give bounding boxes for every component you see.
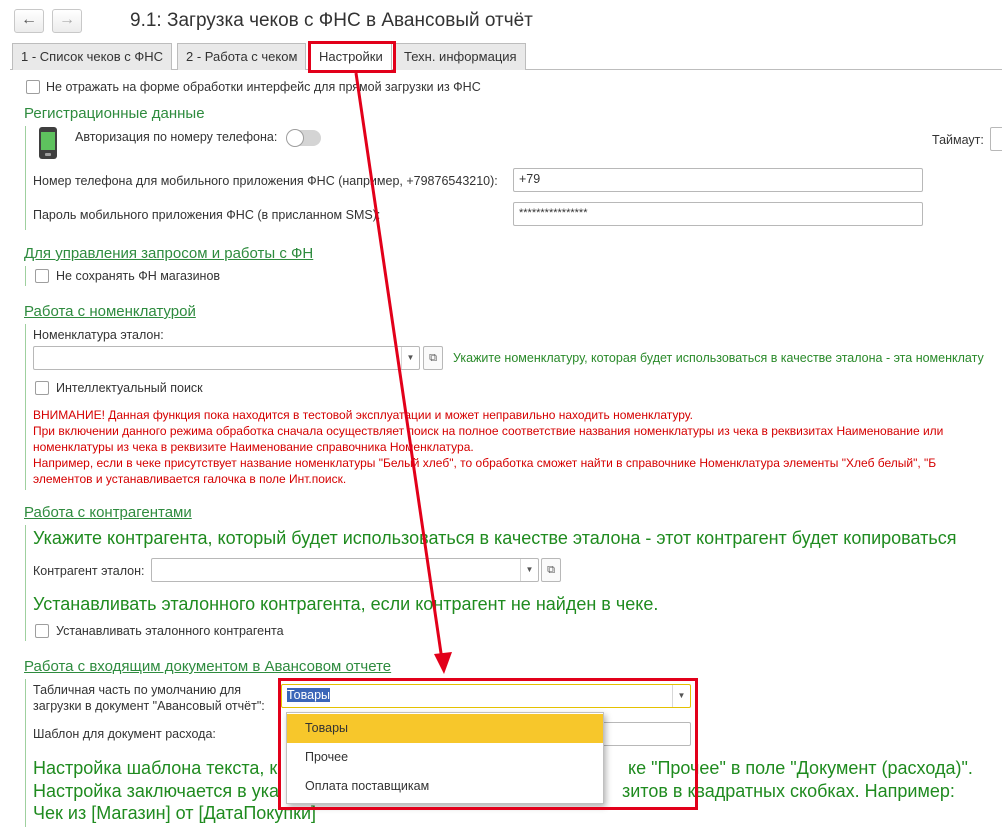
timeout-field[interactable] — [990, 127, 1002, 151]
nomenclature-etalon-input[interactable]: ▼ — [33, 346, 420, 370]
counterparty-etalon-label: Контрагент эталон: — [33, 564, 145, 578]
phone-input[interactable]: +79 — [513, 168, 923, 192]
nomenclature-etalon-label: Номенклатура эталон: — [33, 328, 164, 342]
auth-by-phone-toggle[interactable] — [286, 129, 321, 147]
tab-tech-info[interactable]: Техн. информация — [395, 43, 526, 70]
smart-search-label: Интеллектуальный поиск — [56, 381, 203, 395]
forward-button[interactable]: → — [52, 9, 82, 33]
tab-receipts-list[interactable]: 1 - Список чеков с ФНС — [12, 43, 173, 70]
fn-section-title[interactable]: Для управления запросом и работы с ФН — [24, 245, 313, 262]
template-hint-line: Настройка заключается в ука — [33, 781, 279, 801]
nomenclature-section-title[interactable]: Работа с номенклатурой — [24, 303, 196, 320]
fn-section-bar — [25, 266, 26, 286]
open-icon[interactable]: ⧉ — [423, 346, 443, 370]
warning-line: номенклатуры из чека в реквизите Наимено… — [33, 440, 474, 454]
dont-save-fn-checkbox[interactable] — [35, 269, 49, 283]
smart-search-checkbox[interactable] — [35, 381, 49, 395]
table-part-label-line1: Табличная часть по умолчанию для — [33, 683, 242, 697]
incoming-section-bar — [25, 679, 26, 827]
hide-interface-checkbox[interactable] — [26, 80, 40, 94]
password-label: Пароль мобильного приложения ФНС (в прис… — [33, 208, 381, 222]
auth-by-phone-label: Авторизация по номеру телефона: — [75, 130, 278, 144]
registration-section-bar — [25, 126, 26, 230]
toggle-knob — [286, 129, 304, 147]
warning-line: элементов и устанавливается галочка в по… — [33, 472, 347, 486]
template-hint-line: Чек из [Магазин] от [ДатаПокупки] — [33, 803, 317, 823]
nomenclature-hint: Укажите номенклатуру, которая будет испо… — [453, 351, 984, 365]
set-etalon-hint: Устанавливать эталонного контрагента, ес… — [33, 594, 659, 614]
tab-receipt-work[interactable]: 2 - Работа с чеком — [177, 43, 307, 70]
nomenclature-section-bar — [25, 324, 26, 490]
password-input[interactable]: **************** — [513, 202, 923, 226]
table-part-label-line2: загрузки в документ "Авансовый отчёт": — [33, 699, 265, 713]
set-etalon-checkbox[interactable] — [35, 624, 49, 638]
tab-highlight-frame — [308, 41, 396, 73]
incoming-section-title[interactable]: Работа с входящим документом в Авансовом… — [24, 658, 391, 675]
counterparty-hint: Укажите контрагента, который будет испол… — [33, 528, 957, 548]
counterparty-etalon-input[interactable]: ▼ — [151, 558, 539, 582]
template-hint-line: Настройка шаблона текста, к — [33, 758, 278, 778]
registration-section-title: Регистрационные данные — [24, 105, 205, 122]
timeout-label: Таймаут: — [932, 133, 984, 147]
warning-line: Например, если в чеке присутствует назва… — [33, 456, 937, 470]
chevron-down-icon[interactable]: ▼ — [401, 347, 419, 369]
warning-line: При включении данного режима обработка с… — [33, 424, 944, 438]
dont-save-fn-label: Не сохранять ФН магазинов — [56, 269, 221, 283]
counterparties-section-title[interactable]: Работа с контрагентами — [24, 504, 192, 521]
window-title: 9.1: Загрузка чеков с ФНС в Авансовый от… — [130, 10, 533, 31]
smartphone-icon — [38, 126, 58, 160]
arrow-right-icon: → — [59, 11, 75, 28]
phone-label: Номер телефона для мобильного приложения… — [33, 174, 498, 188]
chevron-down-icon[interactable]: ▼ — [520, 559, 538, 581]
open-icon[interactable]: ⧉ — [541, 558, 561, 582]
counterparties-section-bar — [25, 525, 26, 641]
set-etalon-label: Устанавливать эталонного контрагента — [56, 624, 284, 638]
back-button[interactable]: ← — [14, 9, 44, 33]
warning-line: ВНИМАНИЕ! Данная функция пока находится … — [33, 408, 693, 422]
dropdown-highlight-frame — [278, 678, 698, 810]
arrow-left-icon: ← — [21, 11, 37, 28]
template-label: Шаблон для документ расхода: — [33, 727, 216, 741]
hide-interface-label: Не отражать на форме обработки интерфейс… — [46, 80, 481, 94]
